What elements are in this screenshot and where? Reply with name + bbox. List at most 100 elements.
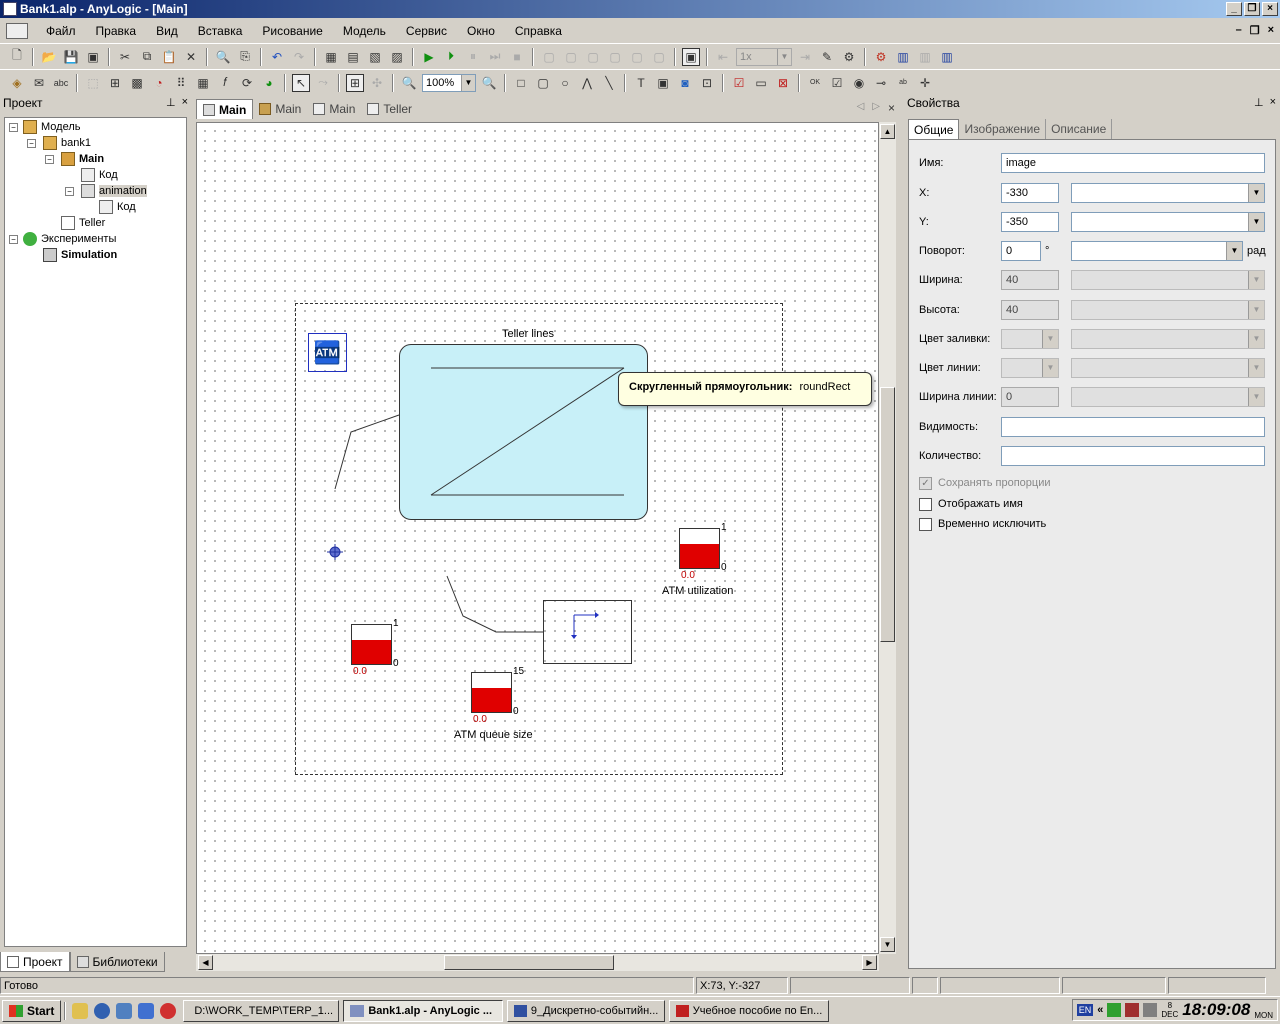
chart-1-icon[interactable]: ▥ [894, 48, 912, 66]
canvas-horizontal-scrollbar[interactable]: ◀ ▶ [196, 954, 879, 971]
x-dynamic-combo[interactable]: ▼ [1071, 183, 1265, 203]
active-object-icon[interactable]: ◈ [8, 74, 26, 92]
export-icon[interactable]: ▧ [366, 48, 384, 66]
height-field[interactable]: 40 [1001, 300, 1059, 320]
chart-2-icon[interactable]: ▥ [916, 48, 934, 66]
embed-tool-icon[interactable]: ⊡ [698, 74, 716, 92]
y-dynamic-combo[interactable]: ▼ [1071, 212, 1265, 232]
rotation-field[interactable]: 0 [1001, 241, 1041, 261]
snap-icon[interactable]: ✣ [368, 74, 386, 92]
table-icon[interactable]: ▦ [194, 74, 212, 92]
tree-item-code-2[interactable]: Код [99, 199, 136, 215]
chart-3-icon[interactable]: ▥ [938, 48, 956, 66]
tab-close-icon[interactable]: × [888, 101, 895, 115]
tree-item-model[interactable]: Модель [23, 119, 80, 135]
menu-view[interactable]: Вид [146, 24, 188, 38]
tree-item-teller[interactable]: Teller [61, 215, 105, 231]
polyline-tool-icon[interactable]: ⋀ [578, 74, 596, 92]
anylogic-app-icon[interactable] [3, 2, 17, 16]
chart-control-icon[interactable]: ⊠ [774, 74, 792, 92]
find-icon[interactable]: 🔍 [214, 48, 232, 66]
canvas-vertical-scrollbar[interactable]: ▲ ▼ [879, 122, 896, 954]
stop-icon[interactable]: ■ [508, 48, 526, 66]
expander-experiments[interactable]: − [9, 235, 18, 244]
button-control-icon[interactable]: OK [806, 74, 824, 92]
save-all-icon[interactable]: ▣ [84, 48, 102, 66]
function-icon[interactable]: 𝑓 [216, 74, 234, 92]
security-tray-icon[interactable] [1125, 1003, 1140, 1017]
menu-file[interactable]: Файл [36, 24, 86, 38]
atm-queue-indicator[interactable] [471, 672, 512, 713]
line-width-field[interactable]: 0 [1001, 387, 1059, 407]
expander-main[interactable]: − [45, 155, 54, 164]
menu-draw[interactable]: Рисование [252, 24, 332, 38]
delete-icon[interactable]: ✕ [182, 48, 200, 66]
select-arrow-icon[interactable]: ↖ [292, 73, 310, 92]
debug-6-icon[interactable]: ▢ [650, 48, 668, 66]
close-button[interactable]: × [1262, 2, 1278, 16]
task-folder[interactable]: D:\WORK_TEMP\TERP_1... [183, 999, 340, 1022]
undo-icon[interactable]: ↶ [268, 48, 286, 66]
zoom-in-icon[interactable]: 🔍 [480, 74, 498, 92]
line-width-dynamic-combo[interactable]: ▼ [1071, 387, 1265, 407]
panel-close-icon[interactable]: × [182, 96, 188, 109]
exclude-checkbox[interactable]: Временно исключить [919, 513, 1269, 535]
restore-button[interactable]: ❐ [1244, 2, 1260, 16]
toggle-icon[interactable]: ▣ [682, 47, 700, 66]
task-pdf[interactable]: Учебное пособие по En... [669, 999, 830, 1022]
properties-pin-icon[interactable]: ⊥ [1254, 96, 1264, 109]
keep-ratio-checkbox[interactable]: ✓ Сохранять пропорции [919, 472, 1269, 494]
fill-color-picker[interactable]: ▼ [1001, 329, 1059, 349]
scroll-down-icon[interactable]: ▼ [880, 937, 895, 952]
tab-main-animation[interactable]: Main [196, 99, 254, 119]
tab-project[interactable]: Проект [0, 952, 70, 972]
speed-down-icon[interactable]: ⇤ [714, 48, 732, 66]
redo-icon[interactable]: ↷ [290, 48, 308, 66]
debug-4-icon[interactable]: ▢ [606, 48, 624, 66]
run-icon[interactable]: ▶ [420, 48, 438, 66]
network-tray-icon[interactable] [1107, 1003, 1122, 1017]
doc-restore-button[interactable]: ❐ [1250, 24, 1260, 37]
new-icon[interactable]: 🗋 [8, 48, 26, 66]
task-anylogic[interactable]: Bank1.alp - AnyLogic ... [343, 999, 504, 1022]
speed-combo[interactable]: 1x ▼ [736, 47, 792, 66]
menu-model[interactable]: Модель [333, 24, 396, 38]
save-icon[interactable]: 💾 [62, 48, 80, 66]
animation-canvas[interactable]: Teller lines 🏧 1 0 0.0 ATM utilization 1… [196, 122, 879, 954]
count-field[interactable] [1001, 446, 1265, 466]
scroll-left-icon[interactable]: ◀ [198, 955, 213, 970]
menu-insert[interactable]: Вставка [188, 24, 253, 38]
tab-general[interactable]: Общие [908, 119, 960, 139]
zoom-out-icon[interactable]: 🔍 [400, 74, 418, 92]
tree-item-code-1[interactable]: Код [81, 167, 118, 183]
shapes-icon[interactable]: ◔ [150, 74, 168, 92]
ie-quicklaunch-icon[interactable] [138, 1002, 155, 1019]
debug-5-icon[interactable]: ▢ [628, 48, 646, 66]
minimize-button[interactable]: _ [1226, 2, 1242, 16]
height-dynamic-combo[interactable]: ▼ [1071, 300, 1265, 320]
statechart-icon[interactable]: ⊞ [106, 74, 124, 92]
radio-control-icon[interactable]: ◉ [850, 74, 868, 92]
horizontal-scroll-thumb[interactable] [444, 955, 614, 970]
run-step-icon[interactable]: ⏵ [442, 48, 460, 66]
zoom-combo[interactable]: 100% ▼ [422, 73, 476, 92]
volume-tray-icon[interactable] [1143, 1003, 1158, 1017]
visibility-field[interactable] [1001, 417, 1265, 437]
progress-control-icon[interactable]: ▭ [752, 74, 770, 92]
tab-description[interactable]: Описание [1046, 119, 1113, 139]
task-word-doc[interactable]: 9_Дискретно-событийн... [507, 999, 666, 1022]
connector-icon[interactable]: ⠿ [172, 74, 190, 92]
line-color-picker[interactable]: ▼ [1001, 358, 1059, 378]
cut-icon[interactable]: ✂ [116, 48, 134, 66]
build-all-icon[interactable]: ▤ [344, 48, 362, 66]
scroll-up-icon[interactable]: ▲ [880, 124, 895, 139]
expander-model[interactable]: − [9, 123, 18, 132]
round-rect-tool-icon[interactable]: ▢ [534, 74, 552, 92]
tray-collapse-icon[interactable]: « [1097, 1004, 1103, 1016]
doc-close-button[interactable]: × [1268, 24, 1274, 37]
explorer-quicklaunch-icon[interactable] [72, 1002, 89, 1019]
crosshair-control-icon[interactable]: ✛ [916, 74, 934, 92]
pin-icon[interactable]: ⊥ [166, 96, 176, 109]
replace-icon[interactable]: ⎘ [236, 48, 254, 66]
name-field[interactable]: image [1001, 153, 1265, 173]
